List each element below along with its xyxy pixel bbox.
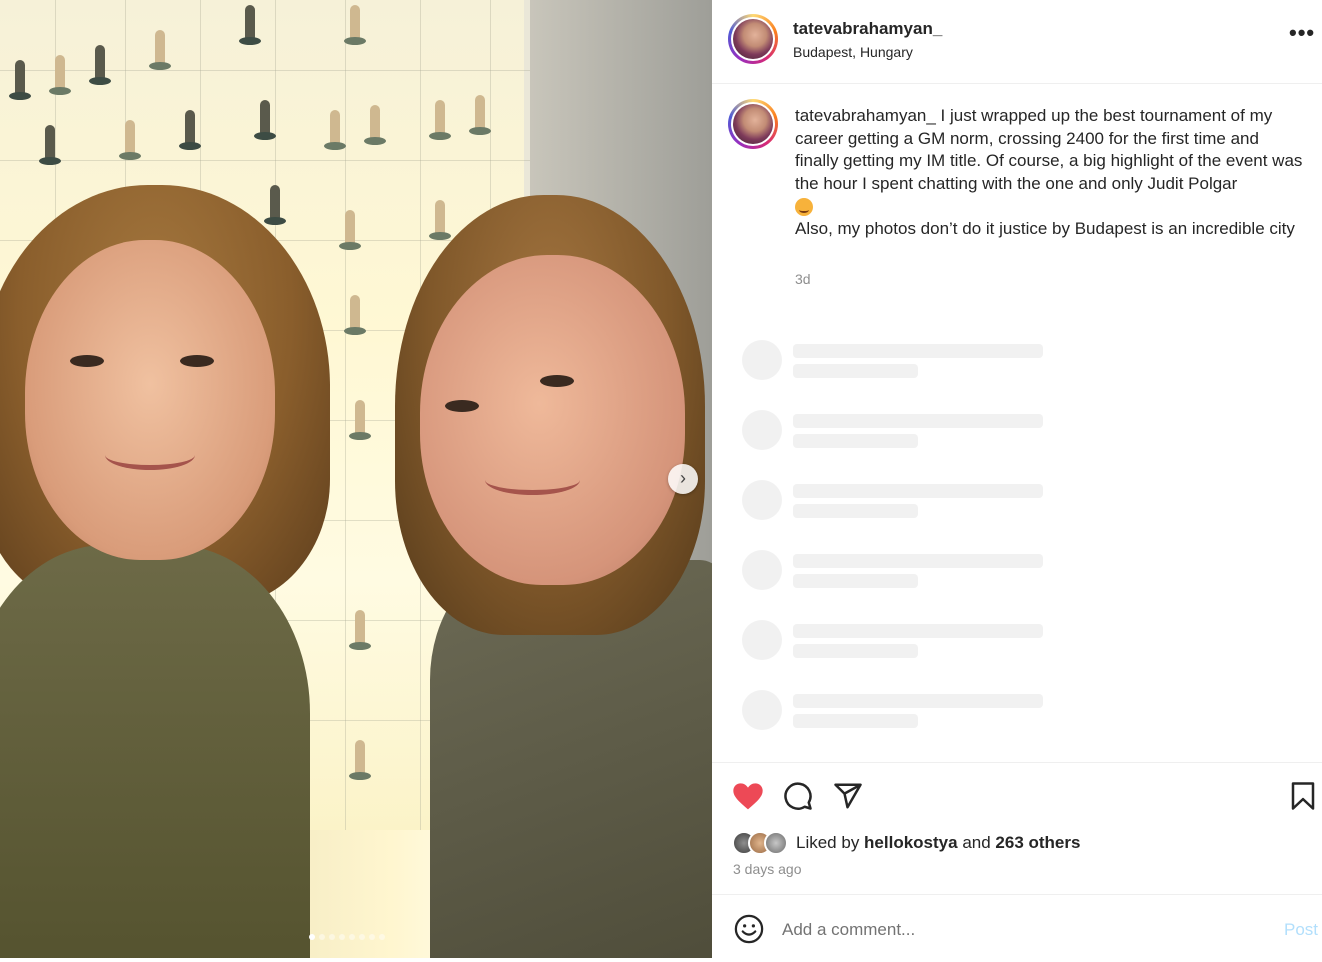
avatar[interactable]: [728, 14, 778, 64]
carousel-dot: [319, 934, 325, 940]
caption-text: tatevabrahamyan_ I just wrapped up the b…: [795, 105, 1305, 240]
comment-bar: Post: [712, 894, 1322, 962]
person-left-top: [0, 545, 310, 958]
caption-timestamp: 3d: [795, 271, 811, 287]
bookmark-icon[interactable]: [1290, 781, 1316, 816]
carousel-dot: [359, 934, 365, 940]
username-link[interactable]: tatevabrahamyan_: [793, 19, 942, 39]
liked-others-link[interactable]: 263 others: [995, 833, 1080, 852]
carousel-dot: [379, 934, 385, 940]
comment-icon[interactable]: [783, 781, 813, 816]
post-header: tatevabrahamyan_ Budapest, Hungary •••: [712, 0, 1322, 84]
caption-body-2: Also, my photos don’t do it justice by B…: [795, 218, 1295, 238]
share-icon[interactable]: [833, 781, 863, 816]
chevron-right-icon[interactable]: ›: [668, 464, 698, 494]
smiling-face-emoji-icon: [795, 197, 813, 216]
post-comment-button[interactable]: Post: [1284, 920, 1318, 940]
carousel-dots: [309, 934, 385, 940]
location-link[interactable]: Budapest, Hungary: [793, 44, 913, 60]
carousel-dot: [369, 934, 375, 940]
comment-input[interactable]: [782, 917, 1262, 943]
post-actions: Liked by hellokostya and 263 others 3 da…: [712, 762, 1322, 894]
heart-icon[interactable]: [732, 781, 764, 816]
person-right-face: [420, 255, 685, 585]
more-icon[interactable]: •••: [1289, 20, 1315, 46]
carousel-dot: [339, 934, 345, 940]
carousel-dot: [309, 934, 315, 940]
carousel-dot: [349, 934, 355, 940]
liker-avatars: [732, 831, 788, 855]
emoji-icon[interactable]: [734, 914, 764, 949]
likes-text: Liked by hellokostya and 263 others: [796, 833, 1081, 852]
caption-username-link[interactable]: tatevabrahamyan_: [795, 106, 936, 125]
post-photo[interactable]: ›: [0, 0, 712, 958]
likes-summary[interactable]: Liked by hellokostya and 263 others: [732, 831, 1080, 855]
person-left-face: [25, 240, 275, 560]
caption-avatar[interactable]: [728, 99, 778, 149]
liked-user-link[interactable]: hellokostya: [864, 833, 958, 852]
carousel-dot: [329, 934, 335, 940]
post-panel: tatevabrahamyan_ Budapest, Hungary ••• t…: [712, 0, 1322, 962]
post-date: 3 days ago: [733, 861, 802, 877]
